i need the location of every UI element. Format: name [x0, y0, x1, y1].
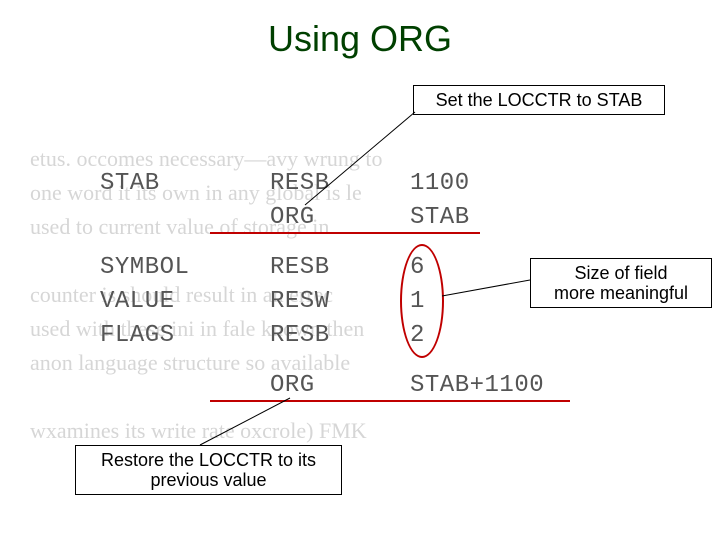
leader-lines: [0, 0, 720, 540]
